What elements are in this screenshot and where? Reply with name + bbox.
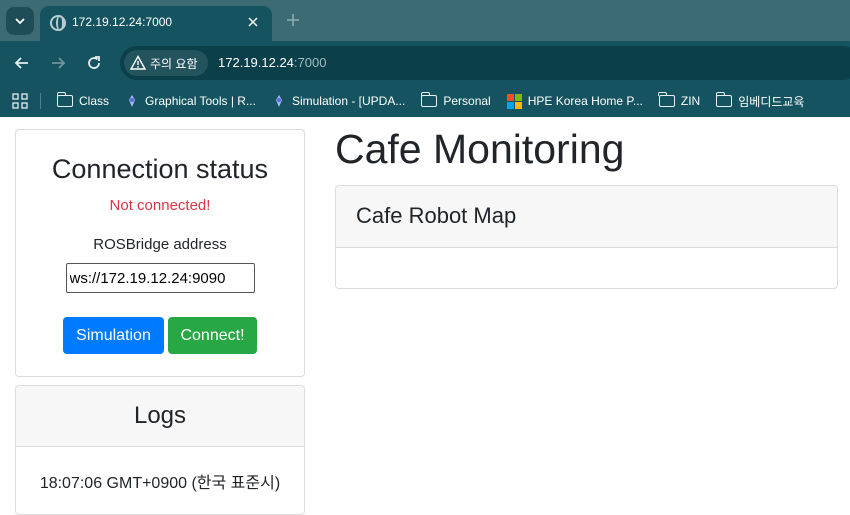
new-tab-button[interactable] bbox=[282, 9, 304, 31]
bookmarks-divider bbox=[40, 93, 41, 109]
close-tab-button[interactable] bbox=[242, 11, 264, 33]
security-label: 주의 요함 bbox=[150, 56, 198, 71]
plus-icon bbox=[287, 14, 299, 26]
log-entry: 18:07:06 GMT+0900 (한국 표준시) bbox=[39, 475, 281, 492]
folder-icon bbox=[56, 92, 73, 107]
reload-icon bbox=[88, 56, 100, 69]
bookmark-embedded-edu[interactable]: 임베디드교육 bbox=[708, 85, 812, 117]
browser-toolbar: 주의 요함 172.19.12.24:7000 bbox=[0, 41, 850, 85]
connect-button[interactable]: Connect! bbox=[168, 317, 257, 354]
robot-map-card: Cafe Robot Map bbox=[335, 185, 838, 289]
bookmark-label: Personal bbox=[443, 94, 491, 108]
tab-title: 172.19.12.24:7000 bbox=[72, 15, 173, 29]
bookmark-hpe-korea[interactable]: HPE Korea Home P... bbox=[499, 85, 651, 117]
rosbridge-address-label: ROSBridge address bbox=[93, 236, 227, 253]
folder-icon bbox=[658, 92, 675, 107]
bookmark-zin[interactable]: ZIN bbox=[651, 85, 708, 117]
connection-status-text: Not connected! bbox=[109, 197, 211, 214]
reload-button[interactable] bbox=[82, 51, 106, 75]
web-page: Connection status Not connected! ROSBrid… bbox=[0, 117, 850, 515]
bookmark-simulation[interactable]: Simulation - [UPDA... bbox=[264, 85, 413, 117]
rosbridge-address-input[interactable] bbox=[65, 263, 255, 293]
browser-tab[interactable]: 172.19.12.24:7000 bbox=[40, 6, 272, 41]
arrow-left-icon bbox=[14, 57, 28, 69]
bookmark-label: Simulation - [UPDA... bbox=[291, 94, 406, 108]
address-bar[interactable]: 주의 요함 172.19.12.24:7000 bbox=[120, 46, 850, 80]
back-button[interactable] bbox=[10, 51, 34, 75]
page-title: Cafe Monitoring bbox=[335, 126, 625, 172]
browser-tab-strip: 172.19.12.24:7000 bbox=[0, 0, 850, 41]
connection-status-card: Connection status Not connected! ROSBrid… bbox=[15, 129, 305, 377]
url-port: :7000 bbox=[293, 55, 327, 70]
tab-search-button[interactable] bbox=[6, 7, 34, 35]
globe-icon bbox=[50, 15, 66, 31]
arrow-right-icon bbox=[52, 57, 66, 69]
bookmark-personal[interactable]: Personal bbox=[413, 85, 498, 117]
bookmarks-bar: Class Graphical Tools | R... Simulation … bbox=[0, 85, 850, 117]
url-host: 172.19.12.24 bbox=[218, 55, 294, 70]
site-security-chip[interactable]: 주의 요함 bbox=[124, 50, 208, 76]
simulation-button[interactable]: Simulation bbox=[63, 317, 164, 354]
bookmark-class[interactable]: Class bbox=[49, 85, 117, 117]
ros-icon bbox=[275, 95, 282, 107]
apps-grid-icon bbox=[12, 93, 28, 109]
warning-icon bbox=[130, 55, 146, 70]
folder-icon bbox=[420, 92, 438, 107]
forward-button[interactable] bbox=[46, 51, 70, 75]
folder-icon bbox=[715, 92, 733, 107]
logs-title: Logs bbox=[16, 386, 304, 447]
ros-icon bbox=[129, 95, 136, 107]
bookmark-label: Class bbox=[79, 94, 110, 108]
bookmark-graphical-tools[interactable]: Graphical Tools | R... bbox=[117, 85, 264, 117]
logs-card: Logs 18:07:06 GMT+0900 (한국 표준시) bbox=[15, 385, 305, 515]
microsoft-icon bbox=[506, 93, 522, 109]
close-icon bbox=[248, 17, 258, 27]
bookmark-label: HPE Korea Home P... bbox=[527, 94, 643, 108]
chevron-down-icon bbox=[15, 18, 25, 25]
url-text: 172.19.12.24:7000 bbox=[218, 55, 326, 70]
connection-buttons: Simulation Connect! bbox=[16, 317, 304, 354]
bookmark-label: 임베디드교육 bbox=[738, 94, 805, 109]
apps-button[interactable] bbox=[0, 85, 40, 117]
connection-status-title: Connection status bbox=[51, 154, 269, 184]
robot-map-title: Cafe Robot Map bbox=[336, 186, 837, 248]
bookmark-label: Graphical Tools | R... bbox=[145, 94, 256, 108]
bookmark-label: ZIN bbox=[680, 94, 701, 108]
